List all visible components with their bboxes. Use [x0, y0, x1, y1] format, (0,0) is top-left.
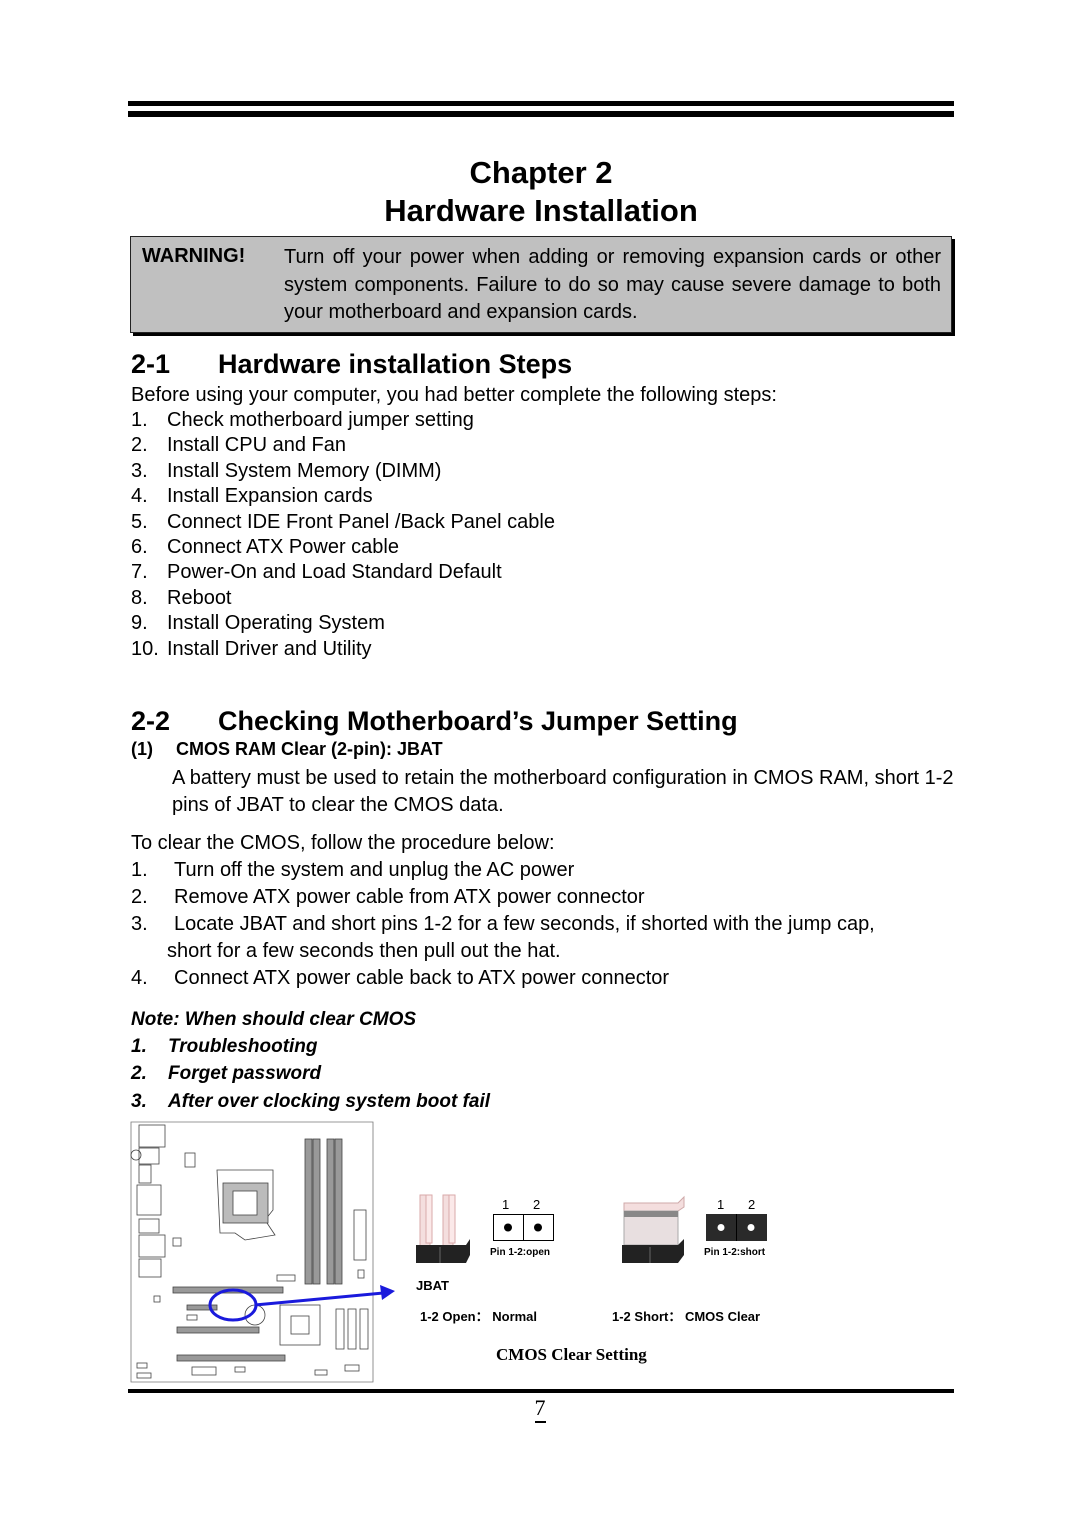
section-number: 2-2 — [131, 706, 171, 736]
installation-steps-list: 1. Check motherboard jumper setting 2. Ins… — [131, 408, 555, 662]
list-item: 3. After over clocking system boot fail — [131, 1090, 491, 1112]
procedure-intro: To clear the CMOS, follow the procedure … — [131, 832, 555, 854]
list-item: 1. Troubleshooting — [131, 1036, 318, 1058]
list-item: 8. Reboot — [131, 586, 232, 609]
section-heading-2-1: 2-1 Hardware installation Steps — [131, 348, 572, 380]
list-item: 1. Check motherboard jumper setting — [131, 409, 474, 431]
jbat-pointer-arrow — [254, 1291, 384, 1307]
section-intro: Before using your computer, you had bett… — [131, 384, 777, 406]
list-item: 10. Install Driver and Utility — [131, 637, 372, 660]
section-heading-2-2: 2-2 Checking Motherboard’s Jumper Setting — [131, 705, 738, 737]
open-legend: 1-2 Open： Normal — [420, 1309, 538, 1324]
list-item: 6. Connect ATX Power cable — [131, 536, 399, 559]
motherboard-diagram — [130, 1121, 395, 1383]
pin-1-label: 1 — [717, 1197, 725, 1212]
jumper-open-graphic — [416, 1194, 470, 1263]
warning-text: Turn off your power when adding or remov… — [284, 246, 941, 323]
section-title: Hardware installation Steps — [218, 349, 573, 379]
subsection-heading: (1) CMOS RAM Clear (2-pin): JBAT — [131, 739, 443, 759]
chapter-title: Hardware Installation — [384, 193, 698, 228]
open-caption: Pin 1-2:open — [490, 1247, 551, 1258]
pin-2-label: 2 — [748, 1197, 756, 1212]
list-item: 2. Remove ATX power cable from ATX power … — [131, 886, 645, 908]
list-item: 7. Power-On and Load Standard Default — [131, 561, 502, 584]
chapter-number: Chapter 2 — [469, 155, 613, 190]
warning-box: WARNING! Turn off your power when adding… — [130, 236, 952, 333]
short-legend: 1-2 Short： CMOS Clear — [612, 1309, 761, 1324]
footer-rule — [128, 1389, 954, 1393]
list-item: 2. Install CPU and Fan — [131, 434, 346, 457]
procedure-list: 1. Turn off the system and unplug the AC … — [131, 857, 953, 992]
page-number: 7 — [0, 1395, 1080, 1423]
cmos-note: Note: When should clear CMOS 1. Troublesh… — [131, 1006, 490, 1115]
header-rule-bottom — [128, 111, 954, 117]
pin-header-short — [706, 1214, 767, 1241]
warning-label: WARNING! — [142, 245, 246, 267]
short-caption: Pin 1-2:short — [704, 1247, 766, 1258]
subsection-body: A battery must be used to retain the mot… — [172, 767, 954, 816]
arrow-head-icon — [380, 1285, 395, 1300]
list-item: 1. Turn off the system and unplug the AC … — [131, 859, 575, 881]
list-item: 5. Connect IDE Front Panel /Back Panel ca… — [131, 510, 555, 533]
list-item: 4. Install Expansion cards — [131, 485, 373, 508]
list-item: 4. Connect ATX power cable back to ATX po… — [131, 967, 670, 989]
section-number: 2-1 — [131, 349, 171, 379]
pin-1-label: 1 — [502, 1197, 510, 1212]
pin-header-open — [493, 1214, 554, 1241]
section-title: Checking Motherboard’s Jumper Setting — [218, 706, 738, 736]
jumper-name: JBAT — [416, 1278, 449, 1293]
list-item: 9. Install Operating System — [131, 612, 385, 635]
note-title: Note: When should clear CMOS — [131, 1009, 417, 1030]
list-item: 2. Forget password — [131, 1063, 322, 1085]
pin-2-label: 2 — [533, 1197, 541, 1212]
header-rule-top — [128, 101, 954, 106]
list-item: 3. Install System Memory (DIMM) — [131, 459, 442, 482]
list-item: 3. Locate JBAT and short pins 1-2 for a f… — [131, 913, 875, 962]
jumper-short-graphic — [622, 1195, 685, 1263]
figure-caption: CMOS Clear Setting — [496, 1345, 647, 1364]
